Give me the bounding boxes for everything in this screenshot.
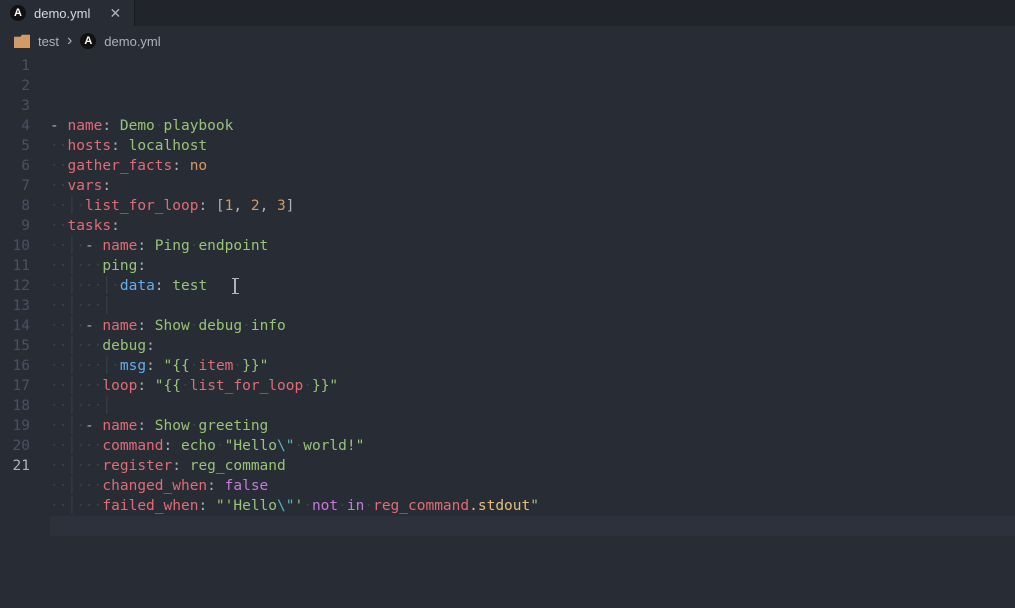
line-number: 10 bbox=[0, 236, 30, 256]
breadcrumb: test › A demo.yml bbox=[0, 26, 1015, 56]
code-line[interactable]: ··│···command: echo·"Hello\"·world!" bbox=[50, 436, 1015, 456]
code-line[interactable]: ··tasks: bbox=[50, 216, 1015, 236]
code-line[interactable]: ··│···│·data: test bbox=[50, 276, 1015, 296]
line-number: 6 bbox=[0, 156, 30, 176]
line-number: 4 bbox=[0, 116, 30, 136]
code-line[interactable]: ··│·- name: Ping·endpoint bbox=[50, 236, 1015, 256]
close-icon[interactable]: ✕ bbox=[106, 4, 124, 22]
line-number-gutter: 123456789101112131415161718192021 bbox=[0, 56, 50, 536]
code-line[interactable]: ··│···loop: "{{·list_for_loop·}}" bbox=[50, 376, 1015, 396]
chevron-right-icon: › bbox=[67, 32, 72, 50]
line-number: 1 bbox=[0, 56, 30, 76]
line-number: 12 bbox=[0, 276, 30, 296]
line-number: 8 bbox=[0, 196, 30, 216]
code-line[interactable]: ··│···debug: bbox=[50, 336, 1015, 356]
folder-icon bbox=[14, 34, 30, 48]
ansible-icon: A bbox=[80, 33, 96, 49]
line-number: 20 bbox=[0, 436, 30, 456]
line-number: 7 bbox=[0, 176, 30, 196]
line-number: 5 bbox=[0, 136, 30, 156]
code-line[interactable] bbox=[50, 516, 1015, 536]
line-number: 18 bbox=[0, 396, 30, 416]
code-line[interactable]: ··vars: bbox=[50, 176, 1015, 196]
code-editor[interactable]: 123456789101112131415161718192021 - name… bbox=[0, 56, 1015, 536]
line-number: 2 bbox=[0, 76, 30, 96]
code-line[interactable]: ··│···ping: bbox=[50, 256, 1015, 276]
ansible-icon: A bbox=[10, 5, 26, 21]
code-line[interactable]: ··│···│·msg: "{{·item·}}" bbox=[50, 356, 1015, 376]
code-line[interactable]: ··│···failed_when: "'Hello\"'·not·in·reg… bbox=[50, 496, 1015, 516]
code-line[interactable]: ··│···changed_when: false bbox=[50, 476, 1015, 496]
code-line[interactable]: ··│···│ bbox=[50, 396, 1015, 416]
tab-bar: A demo.yml ✕ bbox=[0, 0, 1015, 26]
code-line[interactable]: ··│·- name: Show·debug·info bbox=[50, 316, 1015, 336]
code-line[interactable]: ··│···│ bbox=[50, 296, 1015, 316]
code-line[interactable]: ··│···register: reg_command bbox=[50, 456, 1015, 476]
code-line[interactable]: - name: Demo·playbook bbox=[50, 116, 1015, 136]
code-area[interactable]: - name: Demo·playbook··hosts: localhost·… bbox=[50, 56, 1015, 536]
line-number: 17 bbox=[0, 376, 30, 396]
line-number: 15 bbox=[0, 336, 30, 356]
code-line[interactable]: ··gather_facts: no bbox=[50, 156, 1015, 176]
line-number: 16 bbox=[0, 356, 30, 376]
line-number: 11 bbox=[0, 256, 30, 276]
code-line[interactable]: ··│·list_for_loop: [1, 2, 3] bbox=[50, 196, 1015, 216]
code-line[interactable]: ··│·- name: Show·greeting bbox=[50, 416, 1015, 436]
line-number: 21 bbox=[0, 456, 30, 476]
line-number: 19 bbox=[0, 416, 30, 436]
line-number: 14 bbox=[0, 316, 30, 336]
tab-filename: demo.yml bbox=[34, 6, 90, 21]
breadcrumb-folder[interactable]: test bbox=[38, 34, 59, 49]
text-cursor bbox=[234, 278, 236, 294]
code-line[interactable]: ··hosts: localhost bbox=[50, 136, 1015, 156]
line-number: 9 bbox=[0, 216, 30, 236]
line-number: 13 bbox=[0, 296, 30, 316]
line-number: 3 bbox=[0, 96, 30, 116]
breadcrumb-file[interactable]: demo.yml bbox=[104, 34, 160, 49]
tab-demo-yml[interactable]: A demo.yml ✕ bbox=[0, 0, 135, 26]
